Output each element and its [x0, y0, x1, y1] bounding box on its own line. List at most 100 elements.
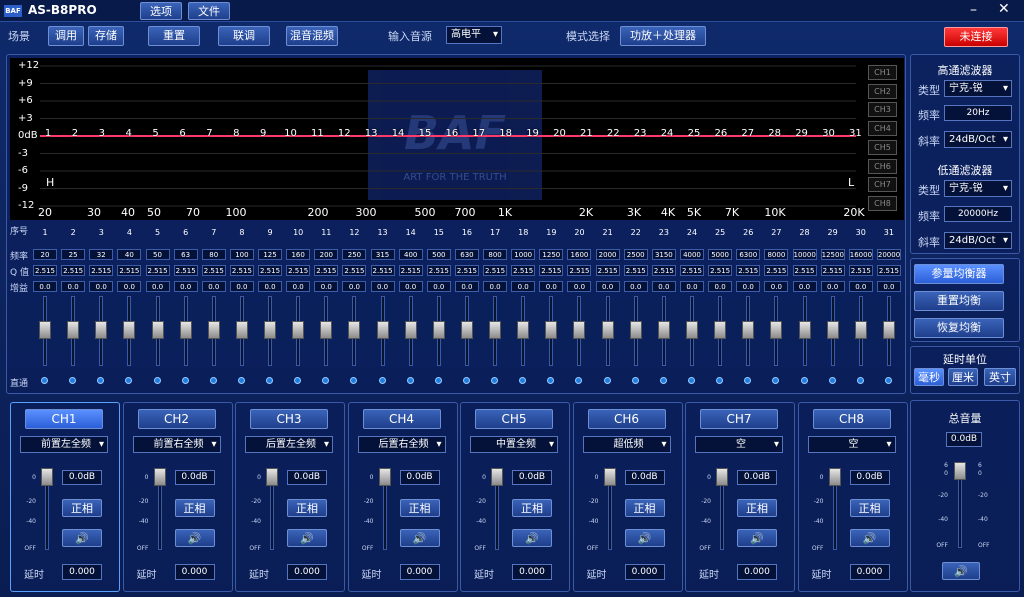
graph-ch-button[interactable]: CH3 — [868, 102, 897, 118]
curve-band-marker[interactable]: 22 — [607, 128, 620, 139]
channel-delay-input[interactable]: 0.000 — [624, 564, 665, 580]
channel-fader-knob[interactable] — [41, 468, 53, 486]
eq-band-freq[interactable]: 10000 — [792, 249, 817, 260]
eq-band-gain[interactable]: 0.0 — [201, 281, 226, 292]
curve-band-marker[interactable]: 17 — [472, 128, 485, 139]
eq-graph[interactable]: BAF ART FOR THE TRUTH H L — [10, 58, 904, 220]
channel-select-button[interactable]: CH8 — [812, 409, 891, 429]
eq-fader-knob[interactable] — [882, 321, 895, 339]
channel-delay-input[interactable]: 0.000 — [62, 564, 102, 580]
eq-fader-knob[interactable] — [685, 321, 698, 339]
eq-fader-knob[interactable] — [404, 321, 417, 339]
eq-bypass-toggle[interactable] — [209, 377, 217, 384]
channel-source-select[interactable]: 后置左全频 — [245, 436, 333, 453]
eq-band-freq[interactable]: 12500 — [820, 249, 845, 260]
eq-band-q[interactable]: 2.515 — [820, 265, 845, 276]
eq-band-freq[interactable]: 2500 — [623, 249, 648, 260]
eq-band-gain[interactable]: 0.0 — [876, 281, 901, 292]
eq-band-q[interactable]: 2.515 — [229, 265, 254, 276]
eq-fader-knob[interactable] — [95, 321, 108, 339]
curve-band-marker[interactable]: 7 — [203, 128, 215, 139]
eq-band-gain[interactable]: 0.0 — [595, 281, 620, 292]
curve-band-marker[interactable]: 28 — [768, 128, 781, 139]
eq-band-q[interactable]: 2.515 — [117, 265, 142, 276]
eq-band-q[interactable]: 2.515 — [201, 265, 226, 276]
curve-band-marker[interactable]: 23 — [634, 128, 647, 139]
channel-phase-button[interactable]: 正相 — [737, 499, 777, 517]
eq-fader-knob[interactable] — [545, 321, 558, 339]
eq-band-gain[interactable]: 0.0 — [820, 281, 845, 292]
eq-band-freq[interactable]: 500 — [426, 249, 451, 260]
eq-band-q[interactable]: 2.515 — [708, 265, 733, 276]
channel-fader-knob[interactable] — [266, 468, 278, 486]
curve-band-marker[interactable]: 21 — [580, 128, 593, 139]
eq-fader-knob[interactable] — [517, 321, 530, 339]
eq-band-freq[interactable]: 8000 — [764, 249, 789, 260]
eq-band-q[interactable]: 2.515 — [623, 265, 648, 276]
unit-inch-button[interactable]: 英寸 — [984, 368, 1016, 386]
curve-band-marker[interactable]: 18 — [499, 128, 512, 139]
eq-band-gain[interactable]: 0.0 — [398, 281, 423, 292]
eq-fader-knob[interactable] — [376, 321, 389, 339]
eq-bypass-toggle[interactable] — [378, 377, 386, 384]
graph-ch-button[interactable]: CH7 — [868, 177, 897, 193]
speaker-icon[interactable]: 🔊 — [624, 529, 665, 547]
channel-fader-knob[interactable] — [716, 468, 728, 486]
eq-band-gain[interactable]: 0.0 — [623, 281, 648, 292]
curve-band-marker[interactable]: 20 — [553, 128, 566, 139]
channel-select-button[interactable]: CH3 — [250, 409, 328, 429]
eq-band-freq[interactable]: 1600 — [567, 249, 592, 260]
eq-band-q[interactable]: 2.515 — [848, 265, 873, 276]
curve-band-marker[interactable]: 19 — [526, 128, 539, 139]
eq-fader-knob[interactable] — [742, 321, 755, 339]
eq-band-q[interactable]: 2.515 — [736, 265, 761, 276]
graph-ch-button[interactable]: CH2 — [868, 83, 897, 99]
speaker-icon[interactable]: 🔊 — [737, 529, 777, 547]
eq-bypass-toggle[interactable] — [406, 377, 414, 384]
eq-fader-knob[interactable] — [770, 321, 783, 339]
eq-band-q[interactable]: 2.515 — [33, 265, 57, 276]
eq-band-gain[interactable]: 0.0 — [483, 281, 508, 292]
eq-band-freq[interactable]: 1000 — [511, 249, 536, 260]
eq-bypass-toggle[interactable] — [687, 377, 695, 384]
eq-band-freq[interactable]: 25 — [61, 249, 86, 260]
eq-bypass-toggle[interactable] — [181, 377, 189, 384]
eq-band-gain[interactable]: 0.0 — [342, 281, 367, 292]
channel-source-select[interactable]: 空 — [695, 436, 783, 453]
channel-delay-input[interactable]: 0.000 — [287, 564, 327, 580]
eq-fader-knob[interactable] — [67, 321, 80, 339]
eq-band-freq[interactable]: 80 — [201, 249, 226, 260]
eq-band-freq[interactable]: 40 — [117, 249, 142, 260]
eq-fader-knob[interactable] — [432, 321, 445, 339]
eq-band-q[interactable]: 2.515 — [314, 265, 339, 276]
graph-ch-button[interactable]: CH8 — [868, 195, 897, 211]
eq-band-gain[interactable]: 0.0 — [145, 281, 170, 292]
eq-band-freq[interactable]: 630 — [454, 249, 479, 260]
channel-source-select[interactable]: 前置右全频 — [132, 436, 221, 453]
channel-phase-button[interactable]: 正相 — [399, 499, 440, 517]
eq-band-q[interactable]: 2.515 — [89, 265, 114, 276]
hpf-slope-select[interactable]: 24dB/Oct — [944, 131, 1012, 148]
channel-select-button[interactable]: CH1 — [25, 409, 103, 429]
eq-fader-knob[interactable] — [657, 321, 670, 339]
eq-band-freq[interactable]: 32 — [89, 249, 114, 260]
hpf-type-select[interactable]: 宁克-锐 — [944, 80, 1012, 97]
eq-fader-knob[interactable] — [39, 321, 51, 339]
eq-band-q[interactable]: 2.515 — [595, 265, 620, 276]
eq-band-gain[interactable]: 0.0 — [651, 281, 676, 292]
eq-fader-knob[interactable] — [151, 321, 164, 339]
eq-band-q[interactable]: 2.515 — [258, 265, 283, 276]
channel-source-select[interactable]: 空 — [807, 436, 896, 453]
channel-select-button[interactable]: CH4 — [362, 409, 441, 429]
channel-delay-input[interactable]: 0.000 — [399, 564, 440, 580]
eq-bypass-toggle[interactable] — [800, 377, 808, 384]
lpf-type-select[interactable]: 宁克-锐 — [944, 180, 1012, 197]
speaker-icon[interactable]: 🔊 — [287, 529, 327, 547]
curve-band-marker[interactable]: 30 — [822, 128, 835, 139]
eq-band-gain[interactable]: 0.0 — [258, 281, 283, 292]
minimize-icon[interactable]: – — [970, 2, 977, 18]
eq-band-gain[interactable]: 0.0 — [454, 281, 479, 292]
eq-band-q[interactable]: 2.515 — [61, 265, 86, 276]
eq-bypass-toggle[interactable] — [41, 377, 48, 384]
channel-phase-button[interactable]: 正相 — [624, 499, 665, 517]
